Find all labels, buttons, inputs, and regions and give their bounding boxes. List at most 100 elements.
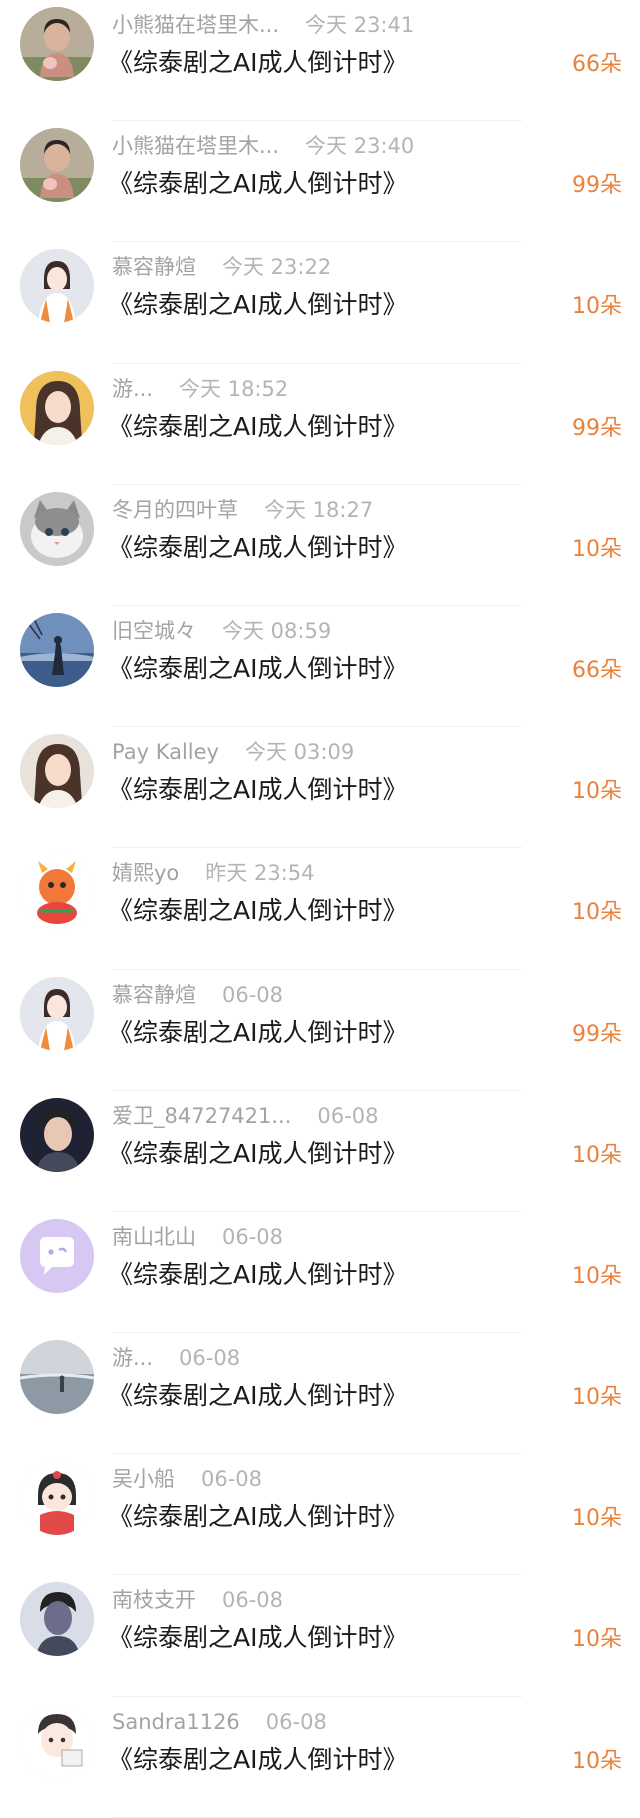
item-meta: 小熊猫在塔里木... 今天 23:40 — [112, 131, 414, 161]
user-name[interactable]: 游... — [112, 1343, 153, 1373]
list-item[interactable]: Pay Kalley 今天 03:09 《综泰剧之AI成人倒计时》 10朵 — [0, 727, 640, 849]
flower-count: 10朵 — [572, 779, 622, 805]
book-title: 《综泰剧之AI成人倒计时》 — [108, 1017, 408, 1047]
book-title: 《综泰剧之AI成人倒计时》 — [108, 896, 408, 926]
user-name[interactable]: 爱卫_84727421... — [112, 1101, 291, 1131]
flower-count: 99朵 — [572, 173, 622, 199]
list-item[interactable]: 婧熙yo 昨天 23:54 《综泰剧之AI成人倒计时》 10朵 — [0, 848, 640, 970]
child-photo-icon[interactable] — [20, 7, 94, 81]
item-meta: 吴小船 06-08 — [112, 1464, 262, 1494]
timestamp: 今天 23:41 — [305, 13, 415, 37]
list-item[interactable]: 南山北山 06-08 《综泰剧之AI成人倒计时》 10朵 — [0, 1212, 640, 1334]
flower-count: 10朵 — [572, 1506, 622, 1532]
flower-count: 10朵 — [572, 536, 622, 562]
flower-count: 10朵 — [572, 294, 622, 320]
flower-count: 10朵 — [572, 1142, 622, 1168]
user-name[interactable]: 婧熙yo — [112, 858, 179, 888]
list-item[interactable]: 游... 今天 18:52 《综泰剧之AI成人倒计时》 99朵 — [0, 364, 640, 485]
child-photo-icon[interactable] — [20, 128, 94, 203]
timestamp: 06-08 — [201, 1467, 263, 1492]
user-name[interactable]: 冬月的四叶草 — [112, 495, 238, 525]
flower-count: 10朵 — [572, 1627, 622, 1653]
item-meta: 爱卫_84727421... 06-08 — [112, 1101, 378, 1131]
item-meta: 旧空城々 今天 08:59 — [112, 616, 331, 646]
user-name[interactable]: 旧空城々 — [112, 616, 196, 646]
timestamp: 06-08 — [179, 1346, 241, 1371]
flower-count: 10朵 — [572, 1263, 622, 1289]
flower-count: 10朵 — [572, 900, 622, 926]
flower-count: 10朵 — [572, 1748, 622, 1774]
timestamp: 06-08 — [222, 982, 284, 1007]
timestamp: 昨天 23:54 — [205, 861, 315, 886]
item-meta: 慕容静煊 今天 23:22 — [112, 252, 331, 282]
item-meta: 游... 今天 18:52 — [112, 374, 288, 404]
item-meta: 南山北山 06-08 — [112, 1222, 283, 1252]
list-item[interactable]: 吴小船 06-08 《综泰剧之AI成人倒计时》 10朵 — [0, 1454, 640, 1576]
list-item[interactable]: 慕容静煊 06-08 《综泰剧之AI成人倒计时》 99朵 — [0, 970, 640, 1091]
list-item[interactable]: 小熊猫在塔里木... 今天 23:40 《综泰剧之AI成人倒计时》 99朵 — [0, 121, 640, 243]
chat-bubble-icon[interactable] — [20, 1218, 94, 1293]
man-portrait-icon[interactable] — [20, 1097, 94, 1172]
girl-snow-photo-icon[interactable] — [20, 249, 94, 324]
timestamp: 06-08 — [222, 1588, 284, 1613]
book-title: 《综泰剧之AI成人倒计时》 — [108, 653, 408, 683]
flower-count: 10朵 — [572, 1385, 622, 1411]
cartoon-girl-icon[interactable] — [20, 1461, 94, 1536]
user-name[interactable]: Sandra1126 — [112, 1707, 240, 1737]
user-name[interactable]: 慕容静煊 — [112, 980, 196, 1010]
list-item[interactable]: 旧空城々 今天 08:59 《综泰剧之AI成人倒计时》 66朵 — [0, 606, 640, 728]
list-item[interactable]: 小熊猫在塔里木... 今天 23:41 《综泰剧之AI成人倒计时》 66朵 — [0, 0, 640, 122]
item-meta: 小熊猫在塔里木... 今天 23:41 — [112, 10, 414, 40]
book-title: 《综泰剧之AI成人倒计时》 — [108, 1381, 408, 1411]
user-name[interactable]: 吴小船 — [112, 1464, 175, 1494]
user-name[interactable]: 南山北山 — [112, 1222, 196, 1252]
book-title: 《综泰剧之AI成人倒计时》 — [108, 1138, 408, 1168]
user-name[interactable]: 小熊猫在塔里木... — [112, 10, 279, 40]
cartoon-boy-icon[interactable] — [20, 1703, 94, 1778]
list-item[interactable]: 慕容静煊 今天 23:22 《综泰剧之AI成人倒计时》 10朵 — [0, 242, 640, 364]
user-name[interactable]: 小熊猫在塔里木... — [112, 131, 279, 161]
timestamp: 今天 18:27 — [264, 497, 374, 522]
timestamp: 今天 03:09 — [244, 740, 355, 765]
man-portrait-icon[interactable] — [20, 1582, 94, 1657]
flower-gift-list: 小熊猫在塔里木... 今天 23:41 《综泰剧之AI成人倒计时》 66朵 小熊猫在塔… — [0, 0, 640, 1818]
list-item[interactable]: 爱卫_84727421... 06-08 《综泰剧之AI成人倒计时》 10朵 — [0, 1091, 640, 1212]
timestamp: 06-08 — [265, 1709, 327, 1734]
book-title: 《综泰剧之AI成人倒计时》 — [108, 169, 408, 199]
item-meta: 慕容静煊 06-08 — [112, 980, 283, 1010]
woman-portrait-icon[interactable] — [20, 370, 94, 445]
cat-icon[interactable] — [20, 491, 94, 566]
timestamp: 今天 23:22 — [222, 255, 332, 280]
item-meta: 冬月的四叶草 今天 18:27 — [112, 495, 373, 525]
list-item[interactable]: Sandra1126 06-08 《综泰剧之AI成人倒计时》 10朵 — [0, 1697, 640, 1818]
item-meta: 婧熙yo 昨天 23:54 — [112, 858, 314, 888]
timestamp: 06-08 — [317, 1103, 379, 1128]
book-title: 《综泰剧之AI成人倒计时》 — [108, 1623, 408, 1653]
book-title: 《综泰剧之AI成人倒计时》 — [108, 411, 408, 441]
book-title: 《综泰剧之AI成人倒计时》 — [108, 1259, 408, 1289]
user-name[interactable]: 游... — [112, 374, 153, 404]
book-title: 《综泰剧之AI成人倒计时》 — [108, 532, 408, 562]
item-meta: Sandra1126 06-08 — [112, 1707, 327, 1737]
user-name[interactable]: Pay Kalley — [112, 737, 219, 767]
list-item[interactable]: 南枝支开 06-08 《综泰剧之AI成人倒计时》 10朵 — [0, 1575, 640, 1697]
user-name[interactable]: 慕容静煊 — [112, 252, 196, 282]
book-title: 《综泰剧之AI成人倒计时》 — [108, 775, 408, 805]
item-meta: 南枝支开 06-08 — [112, 1585, 283, 1615]
flower-count: 99朵 — [572, 1021, 622, 1047]
list-item[interactable]: 游... 06-08 《综泰剧之AI成人倒计时》 10朵 — [0, 1333, 640, 1455]
flower-count: 66朵 — [572, 52, 622, 77]
timestamp: 今天 18:52 — [179, 376, 289, 401]
sea-figure-icon[interactable] — [20, 1340, 94, 1415]
timestamp: 06-08 — [222, 1224, 284, 1249]
book-title: 《综泰剧之AI成人倒计时》 — [108, 48, 408, 77]
dragon-cartoon-icon[interactable] — [20, 855, 94, 930]
flower-count: 99朵 — [572, 415, 622, 441]
item-meta: 游... 06-08 — [112, 1343, 240, 1373]
girl-snow-photo-icon[interactable] — [20, 976, 94, 1051]
book-title: 《综泰剧之AI成人倒计时》 — [108, 1744, 408, 1774]
list-item[interactable]: 冬月的四叶草 今天 18:27 《综泰剧之AI成人倒计时》 10朵 — [0, 485, 640, 606]
user-name[interactable]: 南枝支开 — [112, 1585, 196, 1615]
lake-silhouette-icon[interactable] — [20, 612, 94, 687]
woman-portrait-icon[interactable] — [20, 734, 94, 809]
